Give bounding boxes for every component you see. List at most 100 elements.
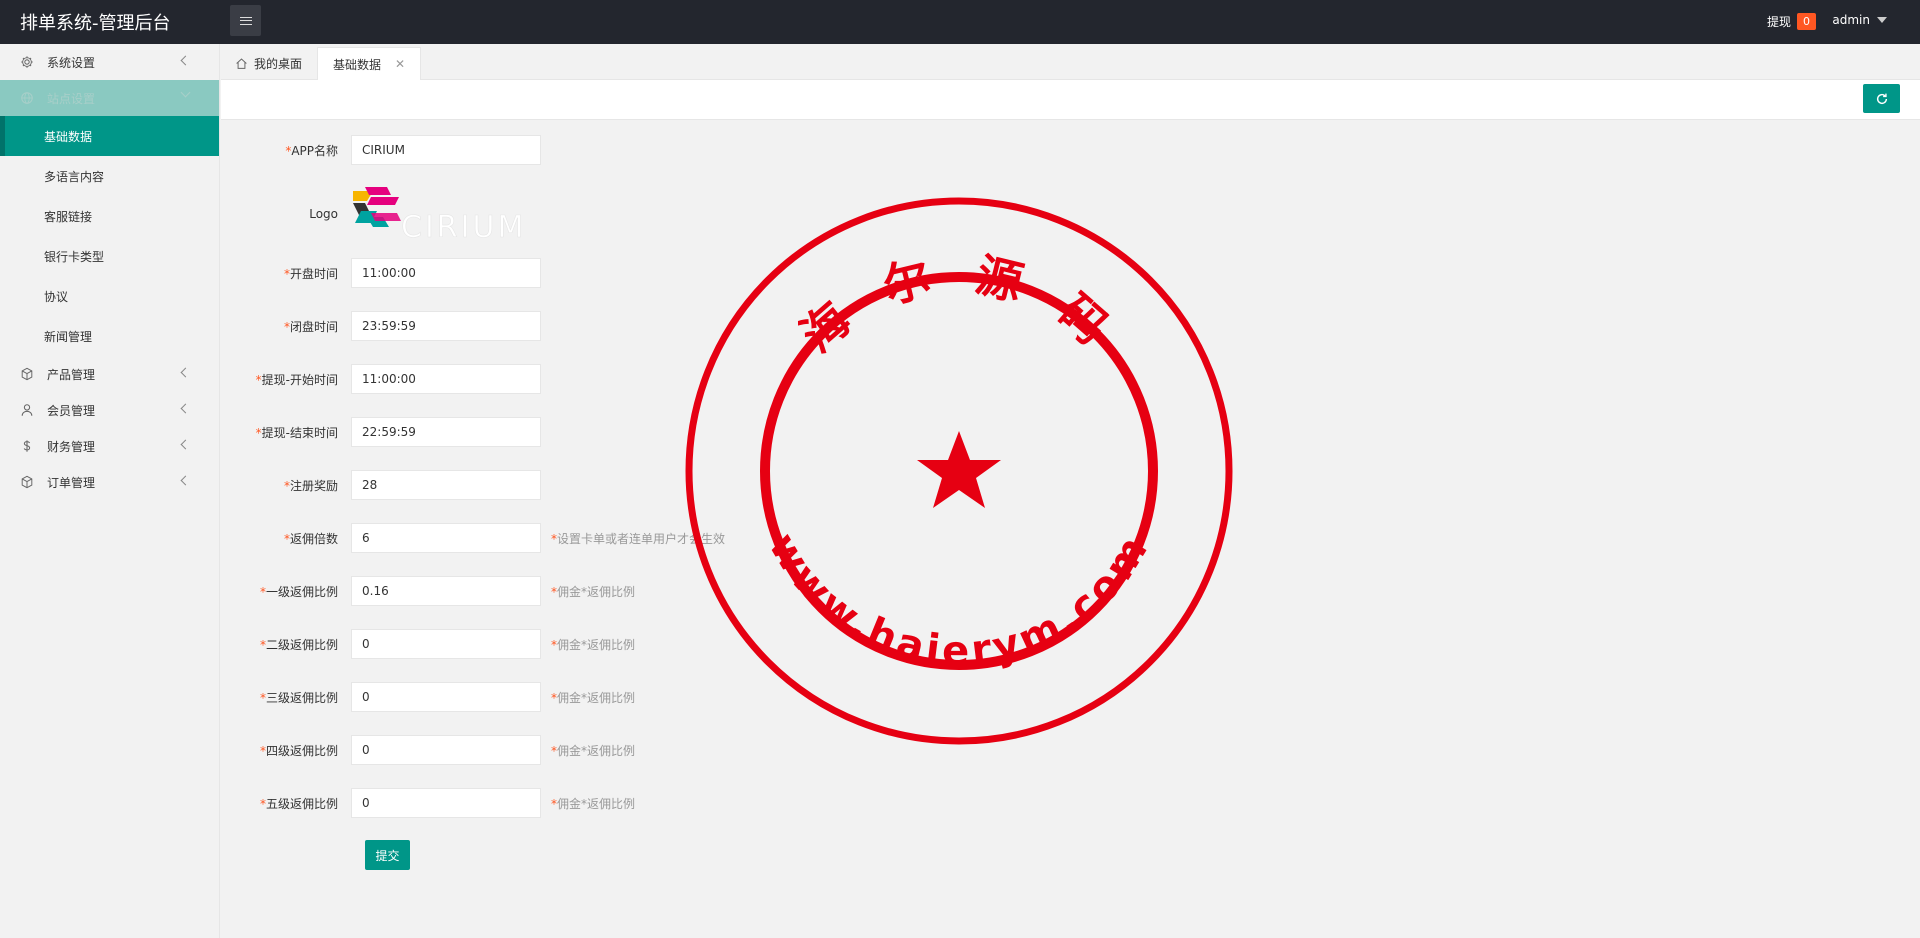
caret-down-icon: [1877, 17, 1887, 23]
sidebar-item-system-settings[interactable]: 系统设置: [0, 44, 219, 80]
home-icon: [236, 58, 247, 69]
level4-label: 四级返佣比例: [265, 743, 338, 758]
sidebar-subitem-agreement[interactable]: 协议: [0, 276, 219, 316]
chevron-left-icon: [180, 55, 191, 66]
basic-data-form: *APP名称 CIRIUM Logo CIRIUM *开盘时间 11:00:00…: [221, 120, 1920, 938]
form-row-close-time: *闭盘时间 23:59:59: [221, 311, 541, 341]
sidebar-item-members[interactable]: 会员管理: [0, 392, 219, 428]
app-title: 排单系统-管理后台: [20, 13, 171, 34]
register-bonus-label: 注册奖励: [289, 478, 338, 493]
chevron-left-icon: [180, 439, 191, 450]
level5-hint: *佣金*返佣比例: [551, 796, 636, 811]
withdraw-label: 提现: [1766, 15, 1791, 29]
tab-basic-data[interactable]: 基础数据 ✕: [317, 47, 421, 80]
sidebar-item-label: 系统设置: [47, 55, 96, 70]
chevron-left-icon: [180, 403, 191, 414]
withdraw-end-input[interactable]: 22:59:59: [351, 417, 541, 447]
toolbar: [221, 80, 1920, 120]
level5-input[interactable]: 0: [351, 788, 541, 818]
sidebar-item-label: 产品管理: [47, 367, 96, 382]
sidebar-subitem-news[interactable]: 新闻管理: [0, 316, 219, 356]
sidebar-item-label: 站点设置: [47, 91, 96, 106]
close-time-label: 闭盘时间: [289, 319, 338, 334]
sidebar-subitem-service-link[interactable]: 客服链接: [0, 196, 219, 236]
top-header: 排单系统-管理后台 提现 0 admin: [0, 0, 1920, 44]
box-icon: [20, 475, 34, 489]
level1-input[interactable]: 0.16: [351, 576, 541, 606]
tab-home[interactable]: 我的桌面: [235, 47, 302, 80]
sidebar-subitem-bank-card-type[interactable]: 银行卡类型: [0, 236, 219, 276]
level1-label: 一级返佣比例: [265, 584, 338, 599]
form-row-level5: *五级返佣比例 0 *佣金*返佣比例: [221, 788, 635, 818]
user-menu[interactable]: admin: [1832, 13, 1887, 27]
box-icon: [20, 367, 34, 381]
tab-label: 我的桌面: [254, 57, 303, 71]
sidebar-item-orders[interactable]: 订单管理: [0, 464, 219, 500]
withdraw-end-label: 提现-结束时间: [261, 425, 338, 440]
withdraw-notice[interactable]: 提现 0: [1767, 13, 1816, 30]
open-time-input[interactable]: 11:00:00: [351, 258, 541, 288]
withdraw-start-label: 提现-开始时间: [261, 372, 338, 387]
form-row-commission-multiple: *返佣倍数 6 *设置卡单或者连单用户才会生效: [221, 523, 725, 553]
refresh-button[interactable]: [1863, 84, 1900, 113]
form-row-withdraw-start: *提现-开始时间 11:00:00: [221, 364, 541, 394]
register-bonus-input[interactable]: 28: [351, 470, 541, 500]
chevron-left-icon: [180, 367, 191, 378]
form-row-logo: Logo CIRIUM: [221, 185, 541, 243]
withdraw-badge: 0: [1797, 13, 1816, 30]
chevron-down-icon: [180, 87, 191, 98]
tab-bar: 我的桌面 基础数据 ✕: [221, 44, 1920, 80]
commission-multiple-label: 返佣倍数: [289, 531, 338, 546]
sidebar-item-label: 财务管理: [47, 439, 96, 454]
dollar-icon: [20, 439, 34, 453]
commission-multiple-hint: *设置卡单或者连单用户才会生效: [551, 531, 726, 546]
form-row-level1: *一级返佣比例 0.16 *佣金*返佣比例: [221, 576, 635, 606]
sidebar-item-finance[interactable]: 财务管理: [0, 428, 219, 464]
sidebar-item-site-settings[interactable]: 站点设置: [0, 80, 219, 116]
form-row-app-name: *APP名称 CIRIUM: [221, 135, 541, 165]
user-icon: [20, 403, 34, 417]
form-row-level3: *三级返佣比例 0 *佣金*返佣比例: [221, 682, 635, 712]
cirium-logo: CIRIUM: [353, 187, 526, 243]
sidebar-subitem-basic-data[interactable]: 基础数据: [0, 116, 219, 156]
logo-image[interactable]: CIRIUM: [351, 185, 541, 243]
level3-input[interactable]: 0: [351, 682, 541, 712]
level4-hint: *佣金*返佣比例: [551, 743, 636, 758]
level4-input[interactable]: 0: [351, 735, 541, 765]
app-name-label: APP名称: [291, 143, 338, 158]
logo-label: Logo: [309, 207, 338, 221]
sidebar-subitem-multilang[interactable]: 多语言内容: [0, 156, 219, 196]
submit-button[interactable]: 提交: [365, 840, 410, 870]
app-name-input[interactable]: CIRIUM: [351, 135, 541, 165]
form-row-level4: *四级返佣比例 0 *佣金*返佣比例: [221, 735, 635, 765]
globe-icon: [20, 91, 34, 105]
hamburger-icon: [239, 16, 252, 25]
logo-text: CIRIUM: [401, 210, 526, 243]
level2-hint: *佣金*返佣比例: [551, 637, 636, 652]
user-name: admin: [1832, 13, 1870, 27]
close-time-input[interactable]: 23:59:59: [351, 311, 541, 341]
chevron-left-icon: [180, 475, 191, 486]
level5-label: 五级返佣比例: [265, 796, 338, 811]
level2-input[interactable]: 0: [351, 629, 541, 659]
form-row-level2: *二级返佣比例 0 *佣金*返佣比例: [221, 629, 635, 659]
commission-multiple-input[interactable]: 6: [351, 523, 541, 553]
withdraw-start-input[interactable]: 11:00:00: [351, 364, 541, 394]
sidebar-item-products[interactable]: 产品管理: [0, 356, 219, 392]
sidebar-item-label: 订单管理: [47, 475, 96, 490]
form-row-register-bonus: *注册奖励 28: [221, 470, 541, 500]
tab-label: 基础数据: [333, 57, 382, 72]
level3-label: 三级返佣比例: [265, 690, 338, 705]
form-row-withdraw-end: *提现-结束时间 22:59:59: [221, 417, 541, 447]
form-row-open-time: *开盘时间 11:00:00: [221, 258, 541, 288]
gear-icon: [20, 55, 34, 69]
close-icon[interactable]: ✕: [395, 57, 405, 71]
sidebar: 系统设置 站点设置 基础数据 多语言内容 客服链接 银行卡类型 协议 新闻管理 …: [0, 44, 220, 938]
menu-toggle-button[interactable]: [230, 5, 261, 36]
refresh-icon: [1876, 93, 1887, 104]
level2-label: 二级返佣比例: [265, 637, 338, 652]
level3-hint: *佣金*返佣比例: [551, 690, 636, 705]
open-time-label: 开盘时间: [289, 266, 338, 281]
sidebar-item-label: 会员管理: [47, 403, 96, 418]
level1-hint: *佣金*返佣比例: [551, 584, 636, 599]
